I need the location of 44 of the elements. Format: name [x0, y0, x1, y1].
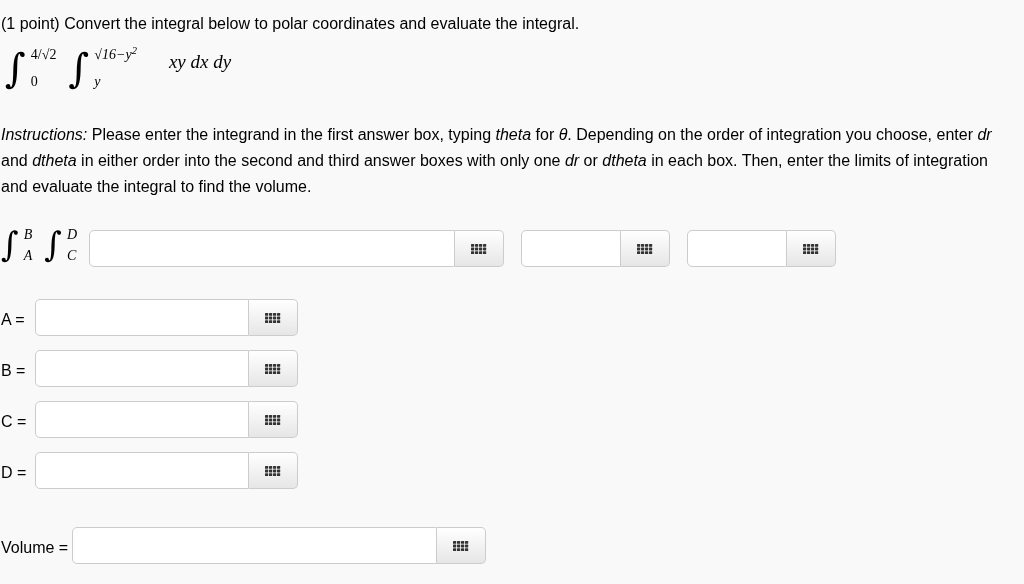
- equation-editor-button[interactable]: [787, 230, 837, 267]
- answer-field[interactable]: [72, 527, 438, 564]
- lower-limit: C: [67, 247, 78, 265]
- integral-sign: ∫: [5, 44, 27, 92]
- integral-sign: ∫: [1, 224, 20, 266]
- equation-editor-button[interactable]: [455, 230, 505, 267]
- equation-editor-button[interactable]: [249, 401, 298, 438]
- equation-editor-button[interactable]: [621, 230, 671, 267]
- keypad-icon: [803, 243, 820, 254]
- upper-limit: 4/√2: [30, 46, 57, 64]
- limit-label: B =: [1, 361, 27, 381]
- lower-limit: 0: [30, 73, 39, 91]
- integrand: xy dx dy: [168, 49, 232, 74]
- answer-field[interactable]: [521, 230, 622, 267]
- keypad-icon: [471, 243, 488, 254]
- answer-field[interactable]: [35, 401, 249, 438]
- equation-editor-button[interactable]: [249, 350, 298, 387]
- equation-editor-button[interactable]: [437, 527, 487, 564]
- answer-field[interactable]: [35, 452, 249, 489]
- keypad-icon: [637, 243, 654, 254]
- limit-label: A =: [1, 310, 26, 330]
- equation-editor-button[interactable]: [249, 452, 298, 489]
- integral-sign: ∫: [44, 224, 63, 266]
- limit-label: C =: [1, 412, 28, 432]
- answer-field[interactable]: [35, 350, 249, 387]
- instructions-text: Instructions: Please enter the integrand in the first answer box, typing theta for θ. Depending on the order of integration you choose, enter dr and dtheta in either order into the second and third answer boxes with only one dr or dtheta in each box. Then, enter the limits of integration and evaluate the integral to find the volume.: [1, 125, 993, 197]
- keypad-icon: [265, 414, 281, 425]
- equation-editor-button[interactable]: [249, 299, 298, 336]
- answer-field[interactable]: [35, 299, 249, 336]
- lower-limit: y: [94, 73, 102, 91]
- volume-label: Volume =: [1, 538, 69, 558]
- keypad-icon: [453, 540, 470, 551]
- upper-limit: B: [23, 226, 33, 244]
- answer-field[interactable]: [89, 230, 456, 267]
- problem-header: (1 point) Convert the integral below to polar coordinates and evaluate the integral.: [1, 14, 581, 34]
- upper-limit: D: [67, 226, 78, 244]
- keypad-icon: [265, 312, 281, 323]
- answer-field[interactable]: [687, 230, 788, 267]
- lower-limit: A: [23, 247, 33, 265]
- upper-limit: √16−y$^{2}$: [94, 44, 137, 64]
- limit-label: D =: [1, 463, 28, 483]
- integral-sign: ∫: [68, 44, 91, 92]
- keypad-icon: [265, 465, 281, 476]
- keypad-icon: [265, 363, 281, 374]
